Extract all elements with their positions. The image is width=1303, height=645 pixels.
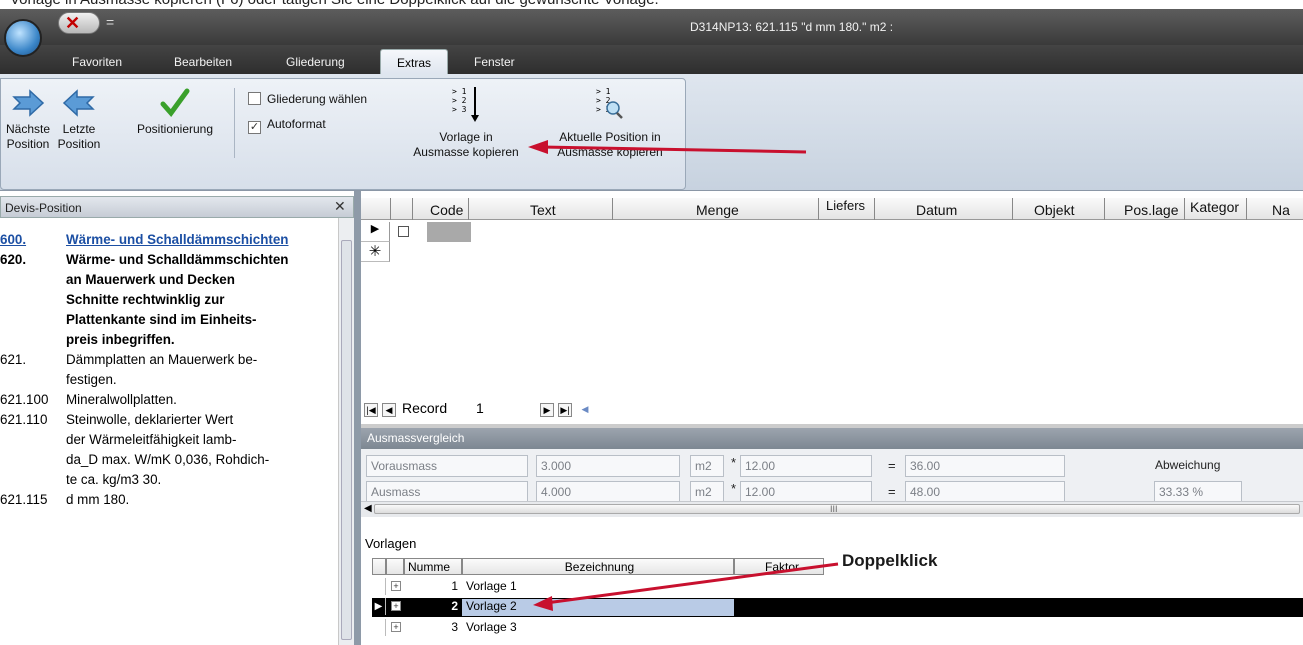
- double-click-annotation: Doppelklick: [842, 551, 938, 570]
- annotation-arrows: [528, 140, 839, 611]
- annotation-arrowhead-template: [533, 596, 553, 611]
- annotation-arrow-ribbon: [541, 145, 807, 154]
- annotation-arrowhead-ribbon: [528, 140, 548, 154]
- app-orb-button[interactable]: [4, 19, 42, 57]
- annotation-arrow-template: [545, 562, 839, 605]
